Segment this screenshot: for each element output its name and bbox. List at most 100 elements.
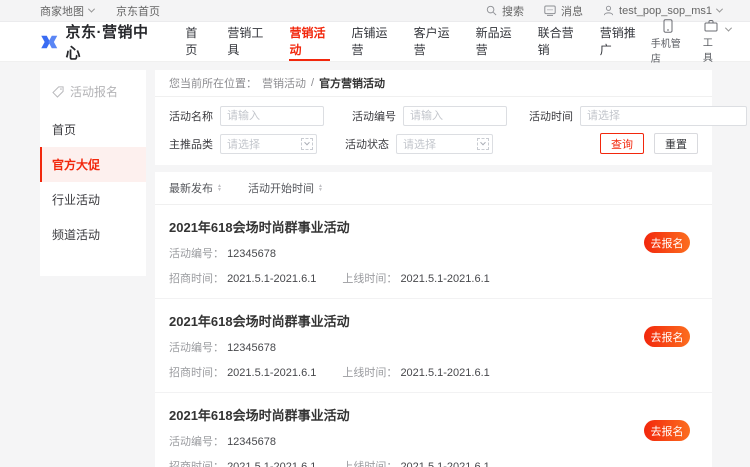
sidebar-item-home[interactable]: 首页 [40,112,146,147]
merchant-map-menu[interactable]: 商家地图 [40,3,96,19]
recruit-time-value: 2021.5.1-2021.6.1 [227,461,317,467]
sort-bar: 最新发布 ▲ ▼ 活动开始时间 ▲ ▼ [155,172,712,205]
toolbox-icon [704,19,718,31]
mobile-store-button[interactable]: 手机管店 [650,18,685,65]
activity-status-select[interactable]: 请选择 [396,133,493,154]
online-time-value: 2021.5.1-2021.6.1 [400,367,490,379]
logo-text: 京东·营销中心 [65,23,149,62]
activity-card: 2021年618会场时尚群事业活动 活动编号： 12345678 招商时间： 2… [155,299,712,393]
search-button[interactable]: 搜索 [486,3,524,19]
recruit-time-label: 招商时间： [169,461,224,467]
jd-logo-icon [41,35,58,48]
main-header: 京东·营销中心 首页 营销工具 营销活动 店铺运营 客户运营 新品运营 联合营销… [0,18,750,65]
user-menu[interactable]: test_pop_sop_ms1 [603,4,724,17]
nav-tab-joint-marketing[interactable]: 联合营销 [538,22,578,61]
activity-code-label: 活动编号： [169,342,224,354]
nav-tab-marketing-promotion[interactable]: 营销推广 [600,22,640,61]
filter-form: 活动名称 活动编号 活动时间 主推品类 [155,97,747,165]
nav-tab-store-operation[interactable]: 店铺运营 [352,22,392,61]
activity-code-value: 12345678 [227,248,277,260]
recruit-time-label: 招商时间： [169,273,224,285]
message-icon [544,5,556,16]
sort-caret-icon: ▲ ▼ [217,183,222,193]
sidebar: 活动报名 首页 官方大促 行业活动 频道活动 [40,70,146,276]
search-icon [486,5,497,16]
nav-tab-customer-operation[interactable]: 客户运营 [414,22,454,61]
nav-tab-home[interactable]: 首页 [185,22,205,61]
query-button[interactable]: 查询 [600,133,644,154]
online-time-label: 上线时间： [342,367,398,379]
chevron-down-icon [304,139,310,145]
activity-code-value: 12345678 [227,342,277,354]
sidebar-item-official-promotion[interactable]: 官方大促 [40,147,146,182]
recruit-time-value: 2021.5.1-2021.6.1 [227,273,317,285]
sidebar-item-channel-activity[interactable]: 频道活动 [40,217,146,252]
activity-time-label: 活动时间 [529,111,573,123]
activity-time-picker[interactable] [580,106,747,126]
nav-tab-marketing-activities[interactable]: 营销活动 [289,22,330,61]
select-arrow-box [301,137,313,150]
username: test_pop_sop_ms1 [619,4,712,17]
activity-card: 2021年618会场时尚群事业活动 活动编号： 12345678 招商时间： 2… [155,205,712,299]
sidebar-item-industry-activity[interactable]: 行业活动 [40,182,146,217]
messages-label: 消息 [561,5,584,18]
merchant-map-label: 商家地图 [40,5,84,18]
reset-button[interactable]: 重置 [654,133,698,154]
chevron-down-icon [724,24,733,32]
main-content: 您当前所在位置： 营销活动 / 官方营销活动 活动名称 活动编号 活动 [155,70,747,467]
nav-tab-new-product-operation[interactable]: 新品运营 [476,22,516,61]
activity-code-input[interactable] [403,106,507,126]
chevron-down-icon [87,5,96,13]
mobile-store-label: 手机管店 [650,38,681,65]
activity-code-label: 活动编号 [352,111,396,123]
main-category-select[interactable]: 请选择 [220,133,317,154]
sort-latest[interactable]: 最新发布 ▲ ▼ [169,180,222,196]
page: 商家地图 京东首页 搜索 消息 test_pop_sop_ms1 京东·营销中心… [0,0,750,467]
top-utility-bar: 商家地图 京东首页 搜索 消息 test_pop_sop_ms1 [0,0,750,22]
sort-caret-icon: ▲ ▼ [317,183,323,193]
online-time-label: 上线时间： [342,461,398,467]
activity-signup-icon [52,85,64,98]
breadcrumb-parent[interactable]: 营销活动 [262,75,306,91]
main-category-label: 主推品类 [169,138,213,151]
signup-button[interactable]: 去报名 [644,326,690,347]
tools-menu[interactable]: 工具 [703,19,733,65]
phone-icon [663,18,673,33]
recruit-time-label: 招商时间： [169,367,224,379]
signup-button[interactable]: 去报名 [644,420,690,441]
sidebar-title: 活动报名 [40,70,146,112]
activity-status-label: 活动状态 [345,138,389,151]
user-icon [603,5,614,16]
search-label: 搜索 [502,5,525,18]
sort-latest-label: 最新发布 [169,183,213,195]
signup-button[interactable]: 去报名 [644,232,690,253]
activity-title[interactable]: 2021年618会场时尚群事业活动 [169,311,698,330]
sort-start-time[interactable]: 活动开始时间 ▲ ▼ [248,180,323,196]
activity-title[interactable]: 2021年618会场时尚群事业活动 [169,217,698,236]
jd-home-label: 京东首页 [116,5,160,18]
sort-start-time-label: 活动开始时间 [247,183,314,195]
breadcrumb-prefix: 您当前所在位置： [169,78,257,90]
activity-code-label: 活动编号： [169,436,224,448]
breadcrumb-separator: / [311,77,315,89]
main-category-placeholder: 请选择 [227,138,260,151]
jd-marketing-logo[interactable]: 京东·营销中心 [40,21,152,63]
filter-panel: 您当前所在位置： 营销活动 / 官方营销活动 活动名称 活动编号 活动 [155,70,747,165]
nav-tab-marketing-tools[interactable]: 营销工具 [227,22,267,61]
primary-nav: 首页 营销工具 营销活动 店铺运营 客户运营 新品运营 联合营销 营销推广 [174,22,650,61]
jd-home-link[interactable]: 京东首页 [116,3,160,19]
activity-card: 2021年618会场时尚群事业活动 活动编号： 12345678 招商时间： 2… [155,393,712,467]
messages-button[interactable]: 消息 [544,3,583,19]
breadcrumb: 您当前所在位置： 营销活动 / 官方营销活动 [155,70,712,97]
chevron-down-icon [715,5,724,13]
activity-name-input[interactable] [220,106,324,126]
breadcrumb-current: 官方营销活动 [319,78,386,90]
activity-code-value: 12345678 [227,436,277,448]
activity-title[interactable]: 2021年618会场时尚群事业活动 [169,405,698,424]
activity-name-label: 活动名称 [169,111,213,123]
recruit-time-value: 2021.5.1-2021.6.1 [227,367,317,379]
online-time-label: 上线时间： [342,273,398,285]
online-time-value: 2021.5.1-2021.6.1 [400,273,490,285]
select-arrow-box [477,137,489,150]
chevron-down-icon [480,139,486,145]
